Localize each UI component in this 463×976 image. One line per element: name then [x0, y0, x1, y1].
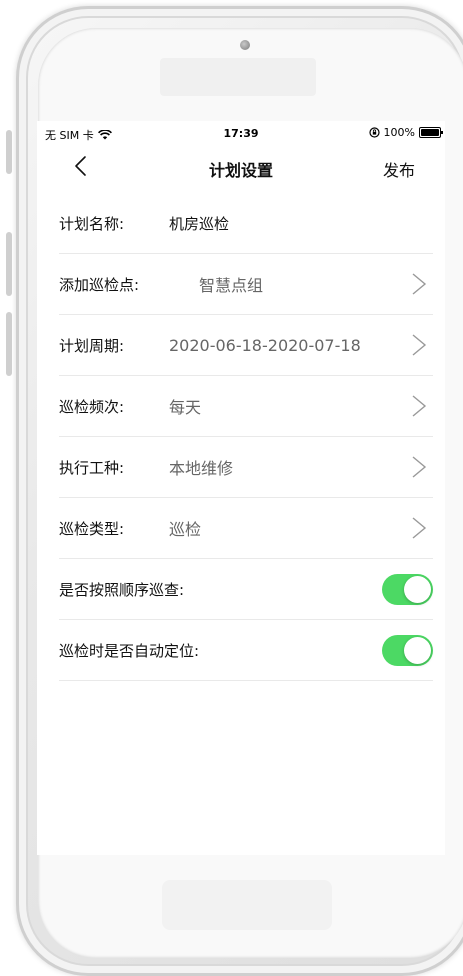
status-bar: 无 SIM 卡 17:39 100%	[37, 121, 445, 145]
auto-locate-row: 巡检时是否自动定位:	[59, 620, 433, 681]
frequency-value: 每天	[169, 398, 202, 417]
volume-up-button	[6, 232, 12, 296]
add-point-value: 智慧点组	[199, 276, 264, 295]
auto-locate-toggle[interactable]	[382, 635, 433, 666]
plan-period-label: 计划周期:	[59, 336, 125, 355]
status-right: 100%	[368, 126, 443, 139]
plan-period-value: 2020-06-18-2020-07-18	[169, 335, 361, 355]
plan-form: 计划名称: 机房巡检 添加巡检点: 智慧点组 计划周期: 2020-06-18-…	[37, 193, 445, 681]
front-camera	[240, 40, 250, 50]
chevron-right-icon	[412, 456, 427, 478]
plan-name-label: 计划名称:	[59, 214, 125, 233]
in-order-label: 是否按照顺序巡查:	[59, 580, 185, 599]
frequency-label: 巡检频次:	[59, 397, 125, 416]
phone-screen: 无 SIM 卡 17:39 100% 计划设置 发布 计划名称: 机房巡检 添加…	[37, 121, 445, 855]
in-order-row: 是否按照顺序巡查:	[59, 559, 433, 620]
home-area	[162, 880, 332, 930]
nav-bar: 计划设置 发布	[37, 145, 445, 189]
add-point-label: 添加巡检点:	[59, 275, 140, 294]
battery-icon	[419, 127, 443, 138]
in-order-toggle[interactable]	[382, 574, 433, 605]
chevron-right-icon	[412, 334, 427, 356]
chevron-right-icon	[412, 273, 427, 295]
plan-period-row[interactable]: 计划周期: 2020-06-18-2020-07-18	[59, 315, 433, 376]
toggle-knob	[404, 637, 431, 664]
plan-name-row[interactable]: 计划名称: 机房巡检	[59, 193, 433, 254]
inspect-type-label: 巡检类型:	[59, 519, 125, 538]
chevron-right-icon	[412, 395, 427, 417]
work-type-value: 本地维修	[169, 459, 234, 478]
orientation-lock-icon	[368, 127, 380, 138]
mute-switch	[6, 130, 12, 174]
inspect-type-value: 巡检	[169, 520, 202, 539]
chevron-right-icon	[412, 517, 427, 539]
add-point-row[interactable]: 添加巡检点: 智慧点组	[59, 254, 433, 315]
inspect-type-row[interactable]: 巡检类型: 巡检	[59, 498, 433, 559]
frequency-row[interactable]: 巡检频次: 每天	[59, 376, 433, 437]
work-type-label: 执行工种:	[59, 458, 125, 477]
plan-name-value[interactable]: 机房巡检	[169, 213, 229, 234]
battery-percent: 100%	[383, 126, 415, 139]
earpiece-speaker	[160, 58, 316, 96]
toggle-knob	[404, 576, 431, 603]
volume-down-button	[6, 312, 12, 376]
work-type-row[interactable]: 执行工种: 本地维修	[59, 437, 433, 498]
auto-locate-label: 巡检时是否自动定位:	[59, 641, 200, 660]
publish-button[interactable]: 发布	[383, 157, 415, 181]
